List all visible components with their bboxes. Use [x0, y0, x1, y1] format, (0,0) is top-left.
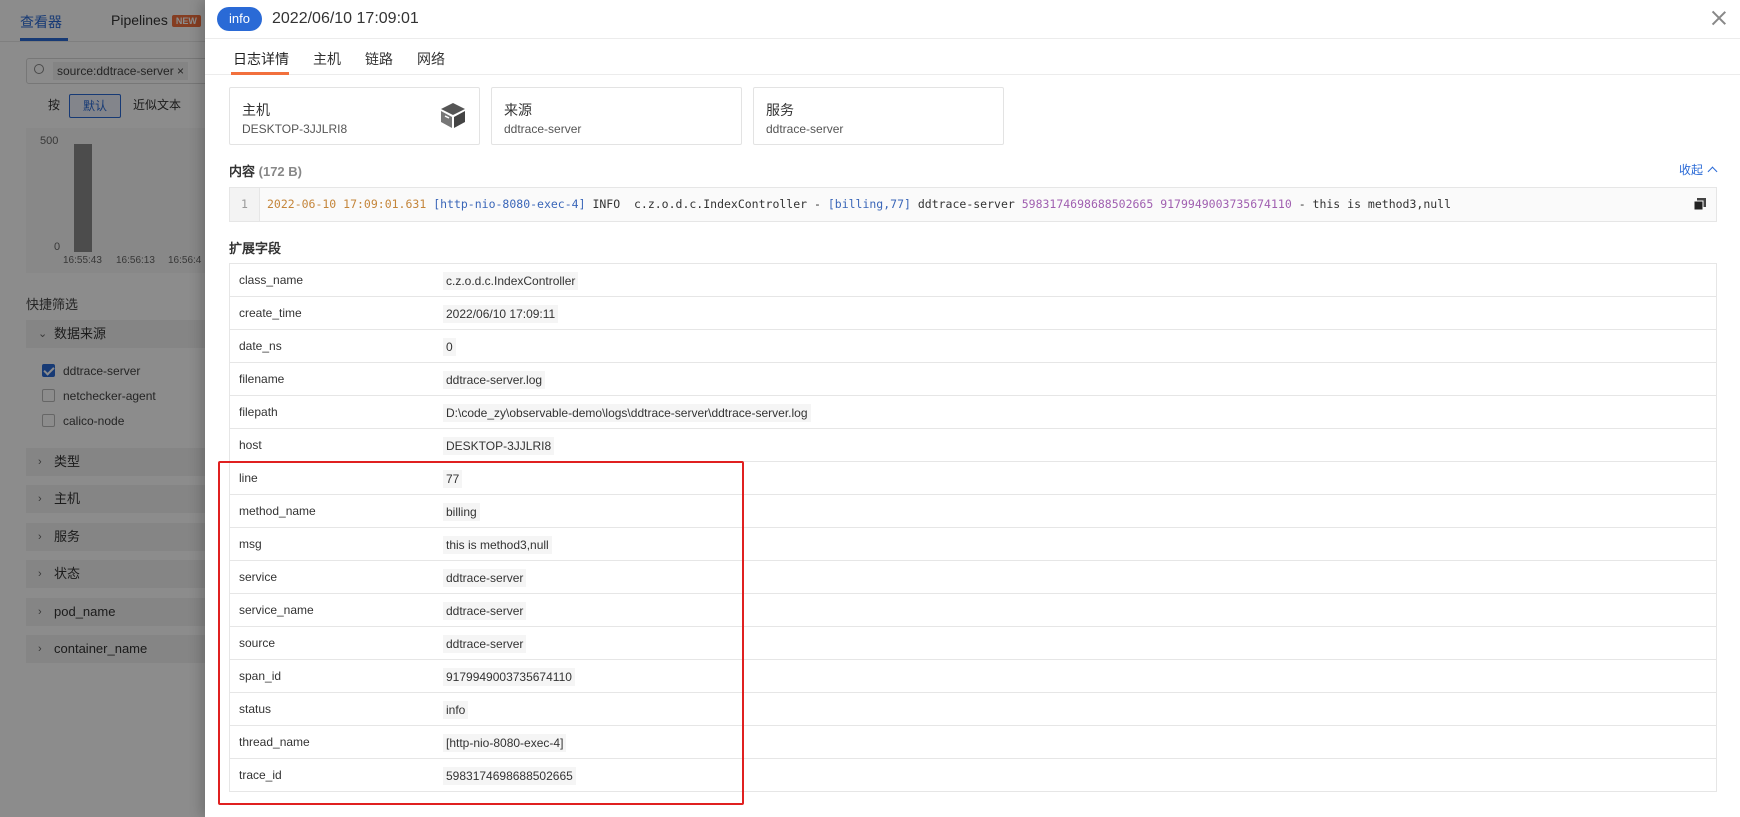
field-row: span_id 9179949003735674110 [230, 660, 1716, 693]
field-row: trace_id 5983174698688502665 [230, 759, 1716, 792]
field-value[interactable]: c.z.o.d.c.IndexController [443, 272, 579, 290]
field-value[interactable]: ddtrace-server [443, 635, 527, 653]
field-value[interactable]: D:\code_zy\observable-demo\logs\ddtrace-… [443, 404, 811, 422]
log-message: - this is method3,null [1291, 197, 1452, 211]
field-row: filename ddtrace-server.log [230, 363, 1716, 396]
field-key: filename [239, 372, 285, 386]
host-card[interactable]: 主机 DESKTOP-3JJLRI8 [229, 87, 480, 145]
collapse-button[interactable]: 收起 [1678, 161, 1718, 178]
log-thread: [http-nio-8080-exec-4] [433, 197, 586, 211]
field-row: status info [230, 693, 1716, 726]
field-value[interactable]: 9179949003735674110 [443, 668, 575, 686]
field-value[interactable]: DESKTOP-3JJLRI8 [443, 437, 555, 455]
content-section-title: 内容 (172 B) [229, 161, 302, 180]
field-key: span_id [239, 669, 282, 683]
tab-trace[interactable]: 链路 [365, 49, 393, 69]
card-label: 服务 [766, 102, 794, 118]
detail-tabs: 日志详情 主机 链路 网络 [205, 39, 1740, 75]
drawer-header: info 2022/06/10 17:09:01 [205, 0, 1740, 39]
field-row: create_time 2022/06/10 17:09:11 [230, 297, 1716, 330]
card-value: ddtrace-server [504, 122, 582, 136]
field-row: line 77 [230, 462, 1716, 495]
content-size: (172 B) [258, 164, 302, 179]
log-timestamp: 2022-06-10 17:09:01.631 [267, 197, 427, 211]
field-row: date_ns 0 [230, 330, 1716, 363]
field-value[interactable]: ddtrace-server [443, 569, 527, 587]
field-key: create_time [239, 306, 302, 320]
field-row: msg this is method3,null [230, 528, 1716, 561]
field-value[interactable]: billing [443, 503, 480, 521]
field-value[interactable]: ddtrace-server.log [443, 371, 546, 389]
field-key: date_ns [239, 339, 282, 353]
tab-host[interactable]: 主机 [313, 49, 341, 69]
field-row: filepath D:\code_zy\observable-demo\logs\… [230, 396, 1716, 429]
field-row: source ddtrace-server [230, 627, 1716, 660]
field-key: status [239, 702, 272, 716]
close-icon[interactable] [1710, 9, 1728, 27]
log-time: 2022/06/10 17:09:01 [272, 10, 419, 27]
log-context: [billing,77] [827, 197, 911, 211]
field-key: method_name [239, 504, 316, 518]
field-value[interactable]: 5983174698688502665 [443, 767, 576, 785]
field-key: trace_id [239, 768, 282, 782]
field-row: service ddtrace-server [230, 561, 1716, 594]
field-value[interactable]: 2022/06/10 17:09:11 [443, 305, 559, 323]
log-trace-id: 5983174698688502665 [1021, 197, 1154, 211]
log-service: ddtrace-server [910, 197, 1022, 211]
field-row: host DESKTOP-3JJLRI8 [230, 429, 1716, 462]
log-content: 1 2022-06-10 17:09:01.631 [http-nio-8080… [229, 187, 1717, 222]
field-row: method_name billing [230, 495, 1716, 528]
field-row: service_name ddtrace-server [230, 594, 1716, 627]
source-card[interactable]: 来源 ddtrace-server [491, 87, 742, 145]
tab-log-detail[interactable]: 日志详情 [233, 49, 289, 69]
field-key: source [239, 636, 276, 650]
field-key: line [239, 471, 258, 485]
field-value[interactable]: info [443, 701, 469, 719]
collapse-label: 收起 [1678, 163, 1703, 177]
log-line: 2022-06-10 17:09:01.631 [http-nio-8080-e… [267, 188, 1451, 221]
content-title: 内容 [229, 164, 256, 179]
card-value: ddtrace-server [766, 122, 844, 136]
field-value[interactable]: [http-nio-8080-exec-4] [443, 734, 567, 752]
ext-section-title: 扩展字段 [229, 241, 282, 256]
line-number: 1 [230, 188, 260, 221]
field-key: class_name [239, 273, 304, 287]
copy-icon[interactable] [1694, 198, 1706, 210]
field-key: thread_name [239, 735, 310, 749]
field-value[interactable]: ddtrace-server [443, 602, 527, 620]
log-span-id: 9179949003735674110 [1153, 197, 1292, 211]
field-key: host [239, 438, 262, 452]
field-key: service [239, 570, 278, 584]
field-row: thread_name [http-nio-8080-exec-4] [230, 726, 1716, 759]
field-value[interactable]: 77 [443, 470, 463, 488]
field-value[interactable]: 0 [443, 338, 456, 356]
status-badge: info [217, 7, 262, 31]
card-value: DESKTOP-3JJLRI8 [242, 122, 348, 136]
active-tab-underline [231, 72, 289, 75]
tab-network[interactable]: 网络 [417, 49, 445, 69]
field-value[interactable]: this is method3,null [443, 536, 552, 554]
field-row: class_name c.z.o.d.c.IndexController [230, 264, 1716, 297]
field-key: service_name [239, 603, 314, 617]
service-card[interactable]: 服务 ddtrace-server [753, 87, 1004, 145]
card-label: 主机 [242, 102, 270, 118]
field-key: filepath [239, 405, 278, 419]
card-label: 来源 [504, 102, 532, 118]
log-level: INFO c.z.o.d.c.IndexController - [585, 197, 828, 211]
chevron-up-icon [1707, 166, 1718, 177]
log-detail-drawer: info 2022/06/10 17:09:01 日志详情 主机 链路 网络 主… [205, 0, 1740, 817]
cube-icon [441, 103, 465, 128]
extension-fields-table: class_name c.z.o.d.c.IndexController creat… [229, 263, 1717, 792]
field-key: msg [239, 537, 262, 551]
